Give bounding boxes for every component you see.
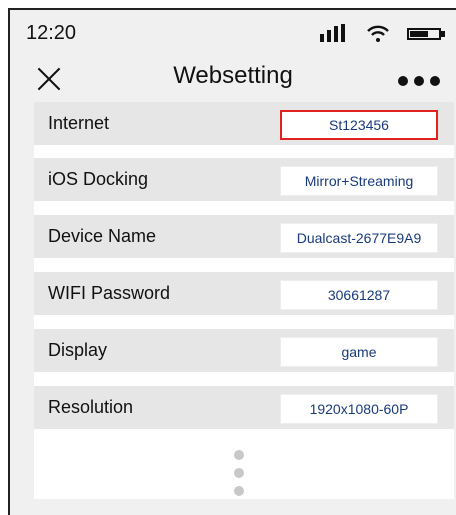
wifi-icon [367, 25, 389, 42]
signal-icon [320, 24, 346, 42]
setting-value-display[interactable]: game [280, 337, 438, 367]
setting-label: Internet [48, 113, 110, 133]
status-bar: 12:20 [10, 10, 456, 54]
setting-row-ios-docking[interactable]: iOS Docking Mirror+Streaming [34, 158, 454, 201]
setting-value-resolution[interactable]: 1920x1080-60P [280, 394, 438, 424]
status-time: 12:20 [26, 22, 77, 44]
setting-label: Display [48, 340, 108, 360]
setting-value-device-name[interactable]: Dualcast-2677E9A9 [280, 223, 438, 253]
battery-icon [407, 28, 447, 40]
setting-value-ios-docking[interactable]: Mirror+Streaming [280, 166, 438, 196]
setting-row-resolution[interactable]: Resolution 1920x1080-60P [34, 386, 454, 429]
setting-row-internet[interactable]: Internet St123456 [34, 102, 454, 145]
more-vertical-icon[interactable] [234, 450, 246, 496]
setting-label: Device Name [48, 226, 157, 246]
settings-panel: Internet St123456 iOS Docking Mirror+Str… [34, 102, 454, 499]
setting-label: WIFI Password [48, 283, 171, 303]
setting-value-internet[interactable]: St123456 [280, 110, 438, 140]
setting-row-device-name[interactable]: Device Name Dualcast-2677E9A9 [34, 215, 454, 258]
setting-row-wifi-password[interactable]: WIFI Password 30661287 [34, 272, 454, 315]
phone-screen: 12:20 Websetting Internet St123456 iOS D… [8, 8, 456, 515]
page-title: Websetting [173, 62, 293, 89]
setting-row-display[interactable]: Display game [34, 329, 454, 372]
setting-label: iOS Docking [48, 169, 149, 189]
title-bar: Websetting [10, 58, 456, 98]
more-icon[interactable] [398, 76, 444, 88]
setting-label: Resolution [48, 397, 134, 417]
setting-value-wifi-password[interactable]: 30661287 [280, 280, 438, 310]
